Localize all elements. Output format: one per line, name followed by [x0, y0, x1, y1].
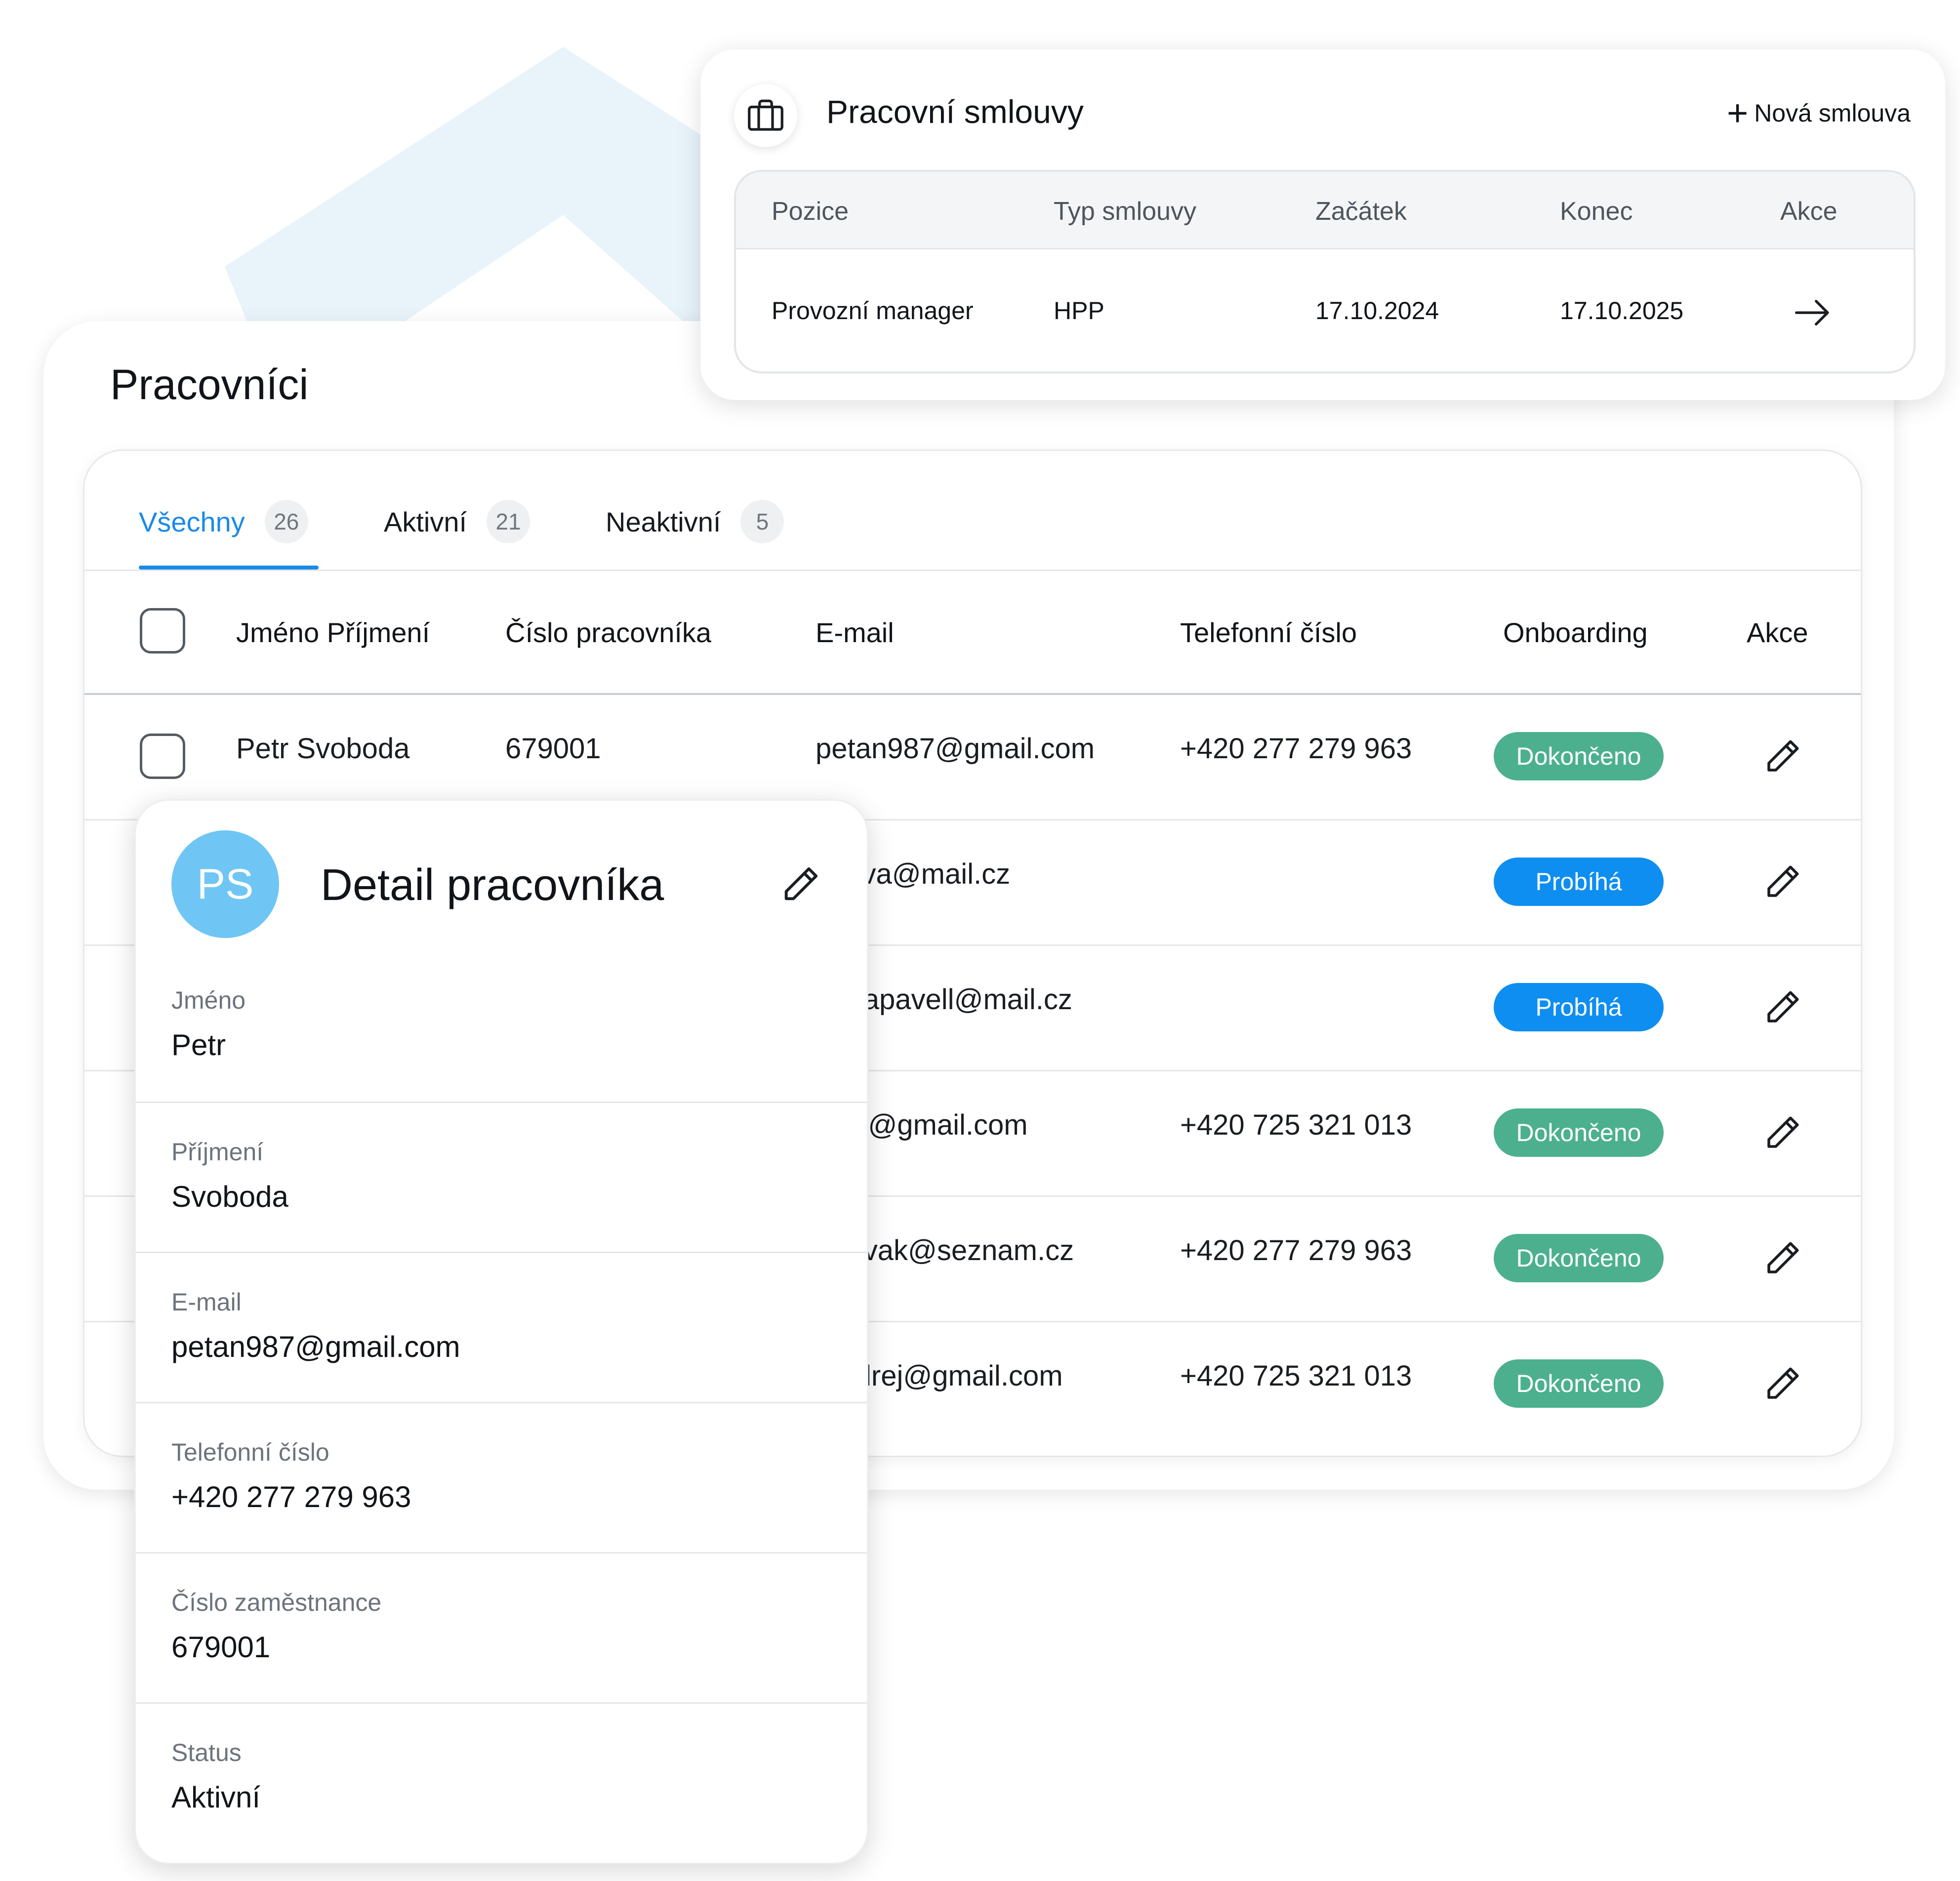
pencil-icon[interactable] — [1762, 986, 1803, 1028]
pencil-icon[interactable] — [1762, 1363, 1803, 1404]
select-all-checkbox[interactable] — [140, 608, 185, 654]
worker-detail-card: PS Detail pracovníka Jméno Petr Příjmení Sv… — [134, 799, 868, 1864]
column-header-actions: Akce — [1747, 617, 1808, 648]
column-header-email[interactable]: E-mail — [816, 616, 894, 649]
field-value: +420 277 279 963 — [171, 1480, 411, 1513]
column-header-end: Konec — [1560, 197, 1633, 226]
contracts-title: Pracovní smlouvy — [826, 93, 1084, 130]
field-label: Jméno — [171, 986, 246, 1014]
field-value: Svoboda — [171, 1180, 288, 1213]
pencil-icon[interactable] — [1762, 736, 1803, 777]
contract-start-date: 17.10.2024 — [1315, 297, 1439, 325]
page-title: Pracovníci — [110, 361, 309, 409]
table-header: Jméno Příjmení Číslo pracovníka E-mail T… — [84, 570, 1861, 695]
detail-field: Status Aktivní — [136, 1702, 867, 1854]
tab-count-badge: 5 — [740, 500, 784, 543]
field-label: Příjmení — [171, 1138, 264, 1166]
row-checkbox[interactable] — [140, 734, 185, 779]
tab-label: Všechny — [139, 506, 245, 537]
worker-name: Petr Svoboda — [236, 733, 410, 765]
tab-bar: Všechny 26 Aktivní 21 Neaktivní 5 — [84, 451, 1861, 571]
pencil-icon[interactable] — [1762, 1237, 1803, 1279]
column-header-contract-type: Typ smlouvy — [1054, 197, 1196, 226]
field-value: petan987@gmail.com — [171, 1330, 460, 1363]
new-contract-label: Nová smlouva — [1754, 99, 1911, 127]
field-label: Status — [171, 1739, 242, 1766]
pencil-icon[interactable] — [1762, 1112, 1803, 1153]
worker-email: petan987@gmail.com — [816, 733, 1095, 765]
column-header-position: Pozice — [772, 197, 849, 226]
onboarding-status-badge: Probíhá — [1494, 858, 1664, 906]
pencil-icon[interactable] — [779, 862, 822, 906]
field-label: Číslo zaměstnance — [171, 1589, 382, 1616]
tab-count-badge: 21 — [487, 500, 531, 543]
pencil-icon[interactable] — [1762, 861, 1803, 902]
avatar: PS — [171, 830, 279, 938]
column-header-start: Začátek — [1315, 197, 1407, 226]
worker-phone: +420 277 279 963 — [1180, 733, 1412, 765]
tab-active[interactable]: Aktivní 21 — [384, 494, 531, 549]
column-header-phone[interactable]: Telefonní číslo — [1180, 616, 1357, 649]
detail-field: E-mail petan987@gmail.com — [136, 1252, 867, 1403]
tab-count-badge: 26 — [264, 500, 308, 543]
arrow-right-icon[interactable] — [1793, 295, 1833, 330]
onboarding-status-badge: Dokončeno — [1494, 1108, 1664, 1157]
tab-all[interactable]: Všechny 26 — [139, 494, 308, 549]
field-value: Petr — [171, 1028, 226, 1062]
detail-field: Příjmení Svoboda — [136, 1102, 867, 1253]
new-contract-button[interactable]: + Nová smlouva — [1727, 95, 1911, 131]
contract-type: HPP — [1054, 297, 1104, 325]
detail-field: Telefonní číslo +420 277 279 963 — [136, 1402, 867, 1554]
onboarding-status-badge: Probíhá — [1494, 983, 1664, 1031]
detail-field: Číslo zaměstnance 679001 — [136, 1552, 867, 1704]
active-tab-indicator — [139, 566, 319, 570]
detail-title: Detail pracovníka — [321, 860, 664, 910]
field-label: Telefonní číslo — [171, 1438, 329, 1466]
briefcase-icon — [748, 99, 783, 131]
onboarding-status-badge: Dokončeno — [1494, 1234, 1664, 1282]
onboarding-status-badge: Dokončeno — [1494, 732, 1664, 780]
contracts-table-header: Pozice Typ smlouvy Začátek Konec Akce — [736, 172, 1914, 249]
column-header-number[interactable]: Číslo pracovníka — [505, 616, 711, 649]
worker-phone: +420 725 321 013 — [1180, 1360, 1412, 1392]
field-value: Aktivní — [171, 1781, 261, 1814]
worker-phone: +420 277 279 963 — [1180, 1234, 1412, 1267]
field-label: E-mail — [171, 1288, 242, 1316]
briefcase-icon-badge — [734, 84, 797, 147]
contract-position: Provozní manager — [772, 297, 974, 325]
field-value: 679001 — [171, 1631, 271, 1664]
column-header-onboarding[interactable]: Onboarding — [1503, 616, 1648, 649]
tab-label: Aktivní — [384, 506, 467, 537]
onboarding-status-badge: Dokončeno — [1494, 1359, 1664, 1408]
column-header-name[interactable]: Jméno Příjmení — [236, 616, 430, 649]
worker-number: 679001 — [505, 733, 601, 765]
tab-inactive[interactable]: Neaktivní 5 — [606, 494, 784, 549]
contract-end-date: 17.10.2025 — [1560, 297, 1684, 325]
column-header-actions: Akce — [1780, 197, 1838, 226]
contracts-card: Pracovní smlouvy + Nová smlouva Pozice T… — [700, 49, 1945, 400]
contracts-table: Pozice Typ smlouvy Začátek Konec Akce Pr… — [734, 170, 1916, 373]
detail-field: Jméno Petr — [136, 951, 867, 1102]
plus-icon: + — [1726, 92, 1749, 133]
worker-phone: +420 725 321 013 — [1180, 1109, 1412, 1141]
tab-label: Neaktivní — [606, 506, 721, 537]
